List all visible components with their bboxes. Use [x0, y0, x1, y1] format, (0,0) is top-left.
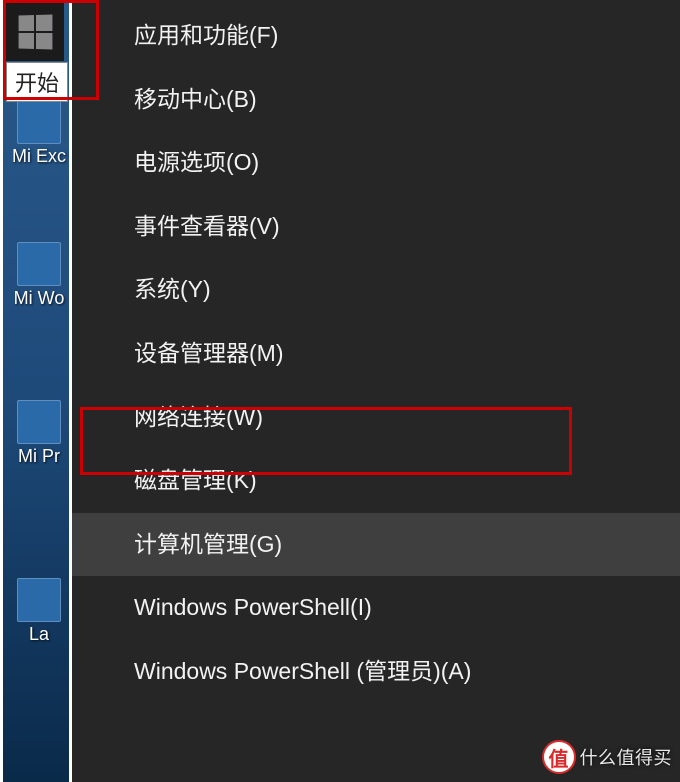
- desktop-icon[interactable]: Mi Pr: [11, 400, 67, 467]
- menu-item-powershell-admin[interactable]: Windows PowerShell (管理员)(A): [72, 640, 680, 704]
- menu-item-label: 移动中心(B): [134, 86, 257, 112]
- menu-item-computer-management[interactable]: 计算机管理(G): [72, 513, 680, 577]
- menu-item-label: 网络连接(W): [134, 404, 263, 430]
- desktop-icon[interactable]: Mi Wo: [11, 242, 67, 309]
- watermark: 值 什么值得买: [542, 740, 673, 774]
- desktop-icon-label: Mi Pr: [18, 446, 60, 466]
- start-tooltip: 开始: [6, 62, 68, 102]
- menu-item-event-viewer[interactable]: 事件查看器(V): [72, 195, 680, 259]
- menu-item-device-manager[interactable]: 设备管理器(M): [72, 322, 680, 386]
- desktop-icon-label: La: [29, 624, 49, 644]
- menu-item-label: 设备管理器(M): [134, 340, 283, 366]
- desktop-icon[interactable]: La: [11, 578, 67, 645]
- menu-item-label: 电源选项(O): [134, 149, 259, 175]
- watermark-badge-icon: 值: [542, 740, 576, 774]
- menu-item-system[interactable]: 系统(Y): [72, 258, 680, 322]
- menu-item-disk-management[interactable]: 磁盘管理(K): [72, 449, 680, 513]
- start-button[interactable]: [6, 3, 64, 61]
- menu-item-power-options[interactable]: 电源选项(O): [72, 131, 680, 195]
- desktop-icon[interactable]: Mi Exc: [11, 100, 67, 167]
- menu-item-label: 系统(Y): [134, 276, 211, 302]
- desktop-icon-thumb: [17, 400, 61, 444]
- desktop-icon-thumb: [17, 242, 61, 286]
- winx-context-menu: 应用和功能(F) 移动中心(B) 电源选项(O) 事件查看器(V) 系统(Y) …: [72, 0, 680, 782]
- desktop-icon-thumb: [17, 578, 61, 622]
- menu-item-label: 应用和功能(F): [134, 22, 278, 48]
- menu-item-label: 事件查看器(V): [134, 213, 280, 239]
- menu-item-powershell[interactable]: Windows PowerShell(I): [72, 576, 680, 640]
- menu-item-network-connections[interactable]: 网络连接(W): [72, 386, 680, 450]
- desktop-background-strip: Mi Exc Mi Wo Mi Pr La: [0, 0, 72, 782]
- desktop-icon-label: Mi Exc: [12, 146, 66, 166]
- menu-item-label: Windows PowerShell(I): [134, 594, 372, 620]
- desktop-icon-thumb: [17, 100, 61, 144]
- menu-item-apps-features[interactable]: 应用和功能(F): [72, 4, 680, 68]
- menu-item-mobility-center[interactable]: 移动中心(B): [72, 68, 680, 132]
- menu-item-label: 磁盘管理(K): [134, 467, 257, 493]
- menu-item-label: Windows PowerShell (管理员)(A): [134, 658, 471, 684]
- menu-item-label: 计算机管理(G): [134, 531, 282, 557]
- desktop-icon-label: Mi Wo: [14, 288, 65, 308]
- watermark-text: 什么值得买: [580, 744, 673, 770]
- windows-logo-icon: [19, 14, 53, 49]
